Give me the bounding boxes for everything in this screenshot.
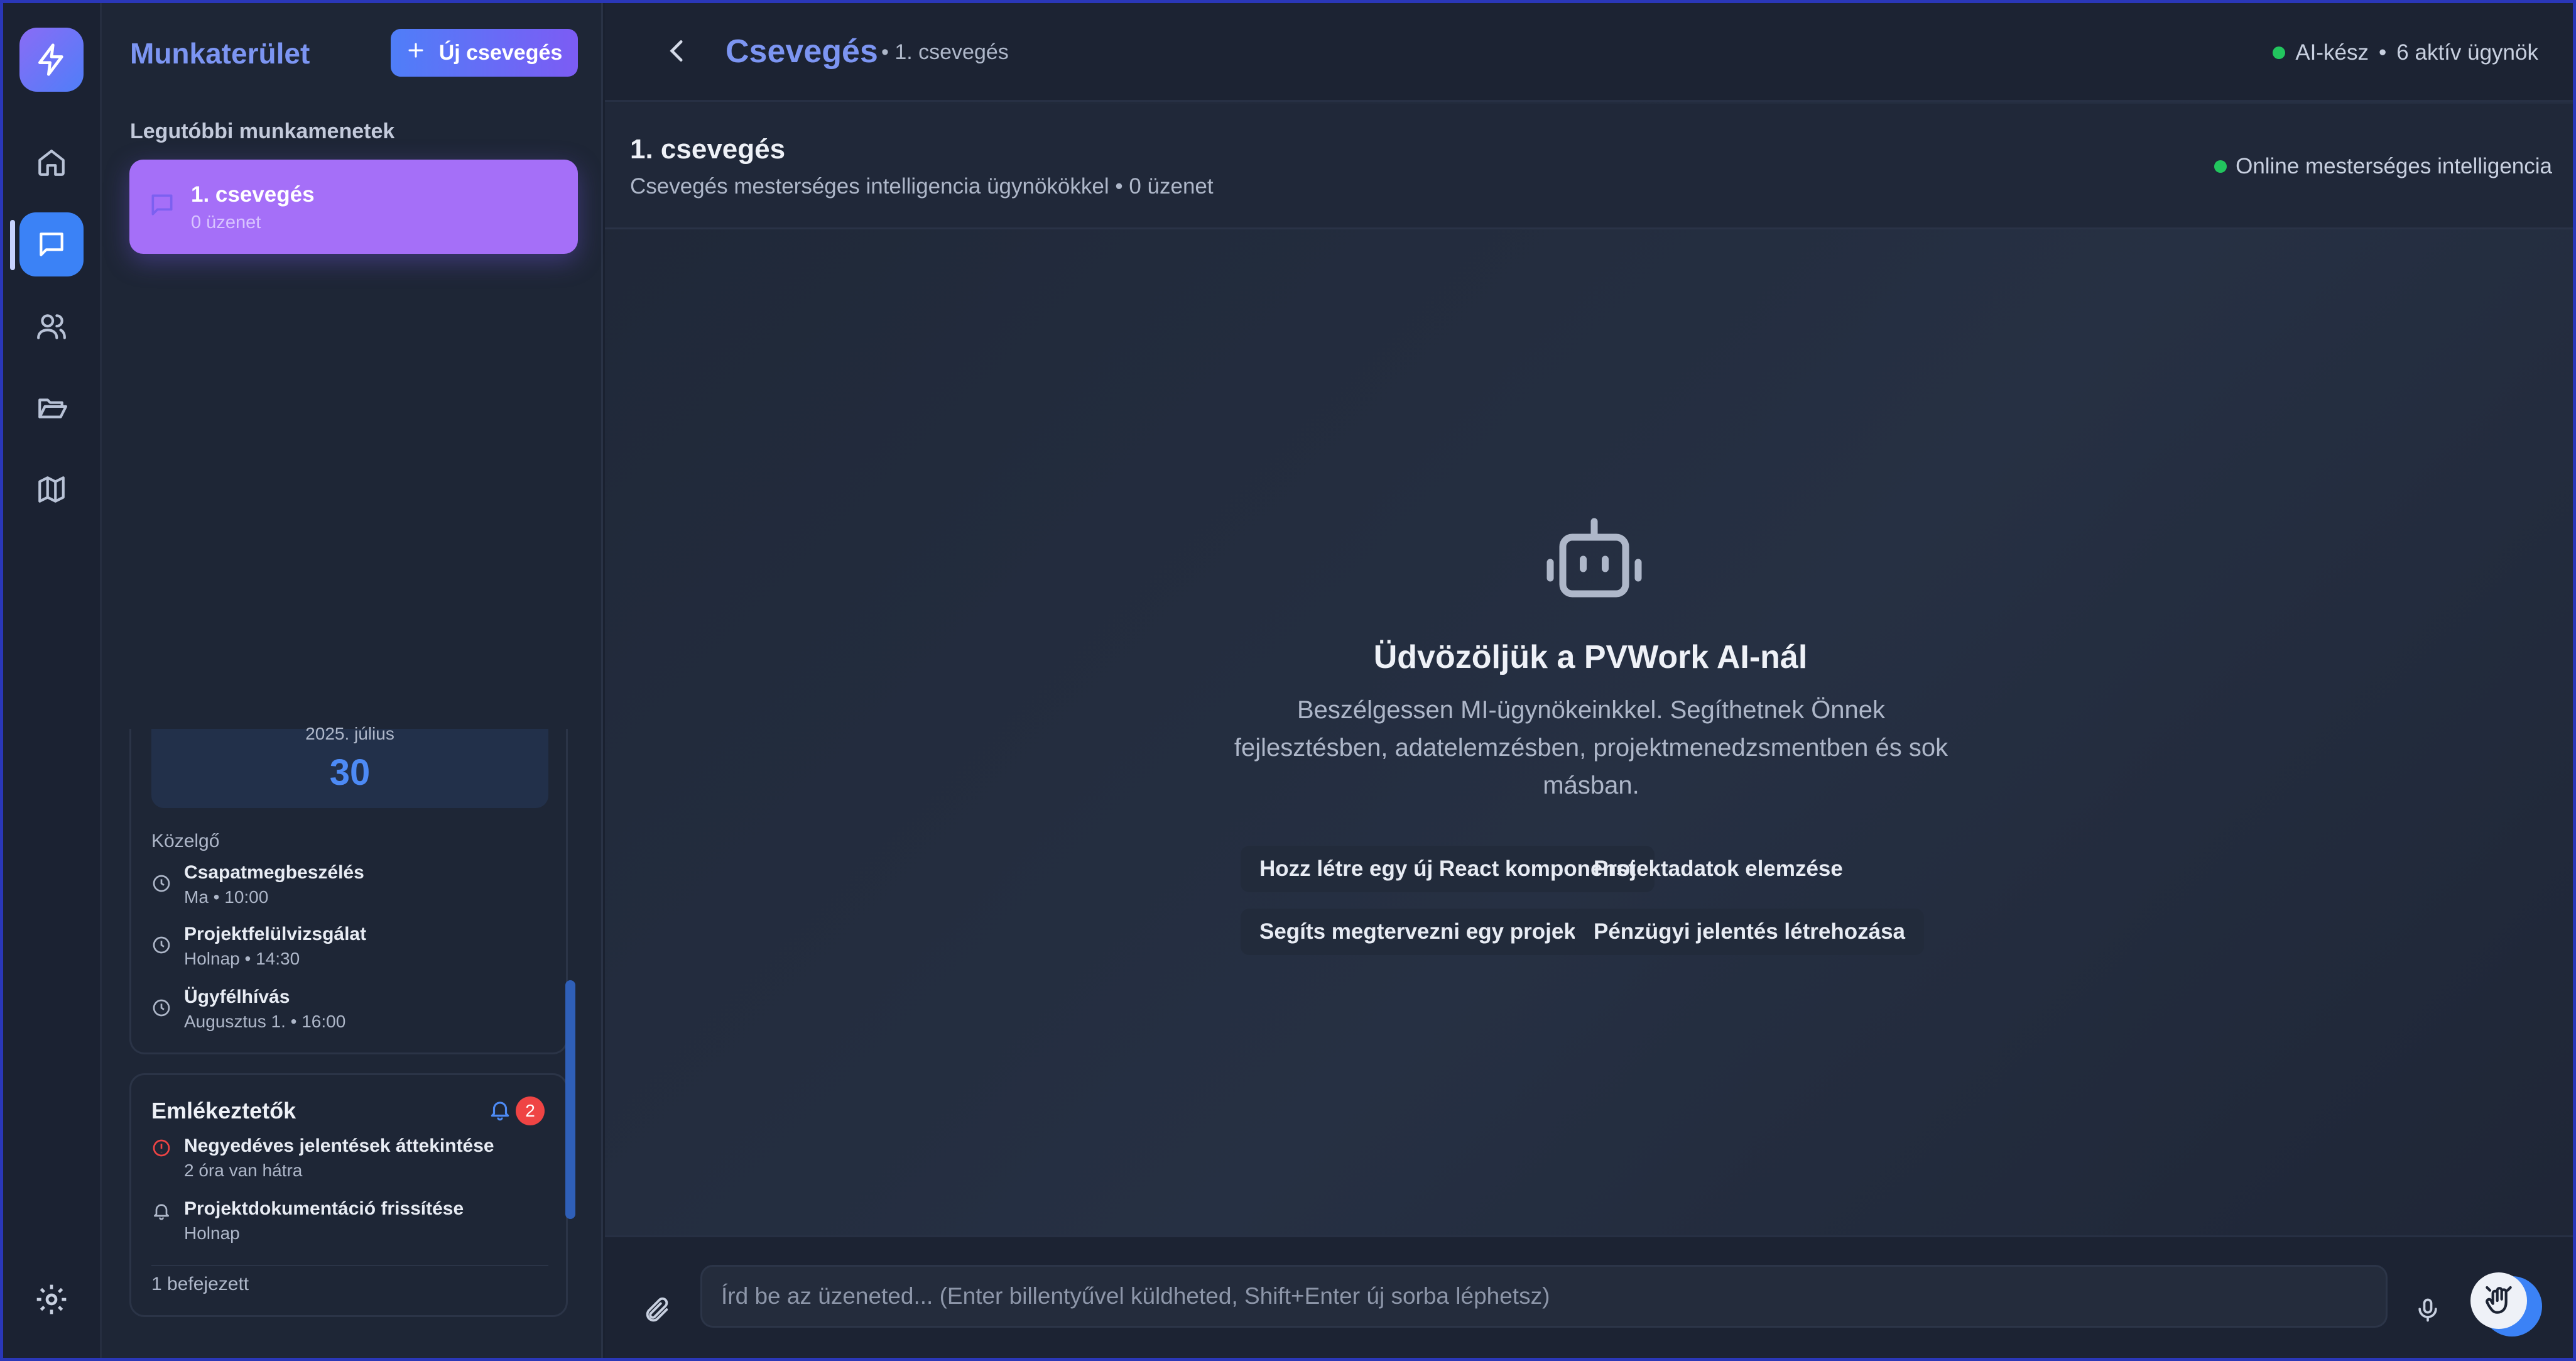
chat-icon[interactable] (19, 212, 84, 276)
message-input[interactable]: Írd be az üzeneted... (Enter billentyűve… (700, 1265, 2388, 1328)
event-item[interactable]: Projektfelülvizsgálat Holnap • 14:30 (151, 924, 541, 980)
chat-bubble-icon (148, 191, 176, 219)
online-dot-icon (2214, 160, 2227, 173)
new-chat-label: Új csevegés (438, 40, 563, 65)
reminder-due: Holnap (184, 1223, 240, 1243)
reminder-item[interactable]: Negyedéves jelentések áttekintése 2 óra … (151, 1135, 541, 1192)
page-title: Csevegés (726, 33, 878, 70)
paperclip-icon[interactable] (643, 1296, 671, 1325)
status-dot-icon (2273, 46, 2286, 59)
topbar: Csevegés • 1. csevegés AI-kész • 6 aktív… (605, 0, 2576, 102)
status-separator: • (2379, 40, 2387, 65)
calendar-month: 2025. július (305, 724, 394, 743)
chevron-left-icon[interactable] (661, 35, 693, 67)
event-time: Holnap • 14:30 (184, 949, 300, 968)
event-title: Projektfelülvizsgálat (184, 924, 367, 944)
welcome-description: Beszélgessen MI-ügynökeinkkel. Segíthetn… (1234, 696, 1948, 799)
folder-open-icon[interactable] (19, 376, 84, 440)
main-panel: Csevegés • 1. csevegés AI-kész • 6 aktív… (605, 0, 2576, 1361)
settings-gear-icon[interactable] (34, 1282, 69, 1317)
event-title: Ügyfélhívás (184, 987, 290, 1007)
active-agents-label: 6 aktív ügynök (2396, 40, 2538, 65)
suggestion-button[interactable]: Segíts megtervezni egy projektet (1241, 909, 1622, 955)
session-title: 1. csevegés (191, 182, 315, 207)
clock-icon (151, 998, 171, 1018)
icon-rail (0, 0, 102, 1361)
reminder-due: 2 óra van hátra (184, 1161, 303, 1180)
logo-bolt-icon[interactable] (19, 28, 84, 92)
reminder-title: Projektdokumentáció frissítése (184, 1198, 464, 1219)
completed-count: 1 befejezett (151, 1274, 249, 1294)
chat-header: 1. csevegés Csevegés mesterséges intelli… (605, 104, 2576, 229)
session-item[interactable]: 1. csevegés 0 üzenet (129, 160, 578, 254)
robot-icon (1541, 515, 1648, 603)
breadcrumb: • 1. csevegés (881, 40, 1009, 64)
plus-icon (406, 41, 425, 65)
reminder-item[interactable]: Projektdokumentáció frissítése Holnap (151, 1198, 541, 1255)
divider (151, 1265, 548, 1266)
calendar-date-box: 2025. július 30 (151, 724, 548, 808)
new-chat-button[interactable]: Új csevegés (391, 29, 578, 77)
clock-icon (151, 935, 171, 955)
sidebar-scrollbar[interactable] (565, 980, 575, 1219)
chat-subtitle: Csevegés mesterséges intelligencia ügynö… (630, 174, 1214, 199)
microphone-icon[interactable] (2414, 1296, 2442, 1324)
event-time: Ma • 10:00 (184, 887, 269, 907)
chat-title: 1. csevegés (630, 134, 786, 165)
event-title: Csapatmegbeszélés (184, 862, 364, 883)
suggestion-button[interactable]: Pénzügyi jelentés létrehozása (1575, 909, 1925, 955)
sidebar: Munkaterület Új csevegés Legutóbbi munka… (102, 0, 603, 1361)
bell-icon (151, 1201, 171, 1221)
reminders-card: Emlékeztetők 2 Negyedéves jelentések átt… (129, 1073, 568, 1317)
alert-circle-icon (151, 1138, 171, 1158)
reminder-title: Negyedéves jelentések áttekintése (184, 1135, 494, 1156)
home-icon[interactable] (19, 131, 84, 195)
calendar-card: 2025. július 30 Közelgő Csapatmegbeszélé… (129, 724, 568, 1054)
calendar-day: 30 (329, 752, 371, 793)
welcome-title: Üdvözöljük a PVWork AI-nál (1373, 639, 1808, 675)
event-item[interactable]: Csapatmegbeszélés Ma • 10:00 (151, 862, 541, 919)
recent-sessions-label: Legutóbbi munkamenetek (130, 119, 395, 143)
workspace-title: Munkaterület (130, 37, 310, 70)
bell-icon[interactable] (488, 1098, 512, 1122)
reminders-count-badge: 2 (516, 1096, 545, 1125)
rail-active-indicator (10, 220, 15, 270)
upcoming-label: Közelgő (151, 831, 220, 851)
assistant-helper-icon[interactable] (2470, 1272, 2527, 1329)
ai-status: AI-kész • 6 aktív ügynök (2273, 40, 2538, 65)
ai-ready-label: AI-kész (2295, 40, 2369, 65)
online-status: Online mesterséges intelligencia (2214, 154, 2552, 179)
composer: Írd be az üzeneted... (Enter billentyűve… (605, 1235, 2576, 1361)
event-item[interactable]: Ügyfélhívás Augusztus 1. • 16:00 (151, 987, 541, 1043)
map-icon[interactable] (19, 457, 84, 522)
suggestion-button[interactable]: Projektadatok elemzése (1575, 846, 1862, 892)
event-time: Augusztus 1. • 16:00 (184, 1012, 346, 1031)
users-icon[interactable] (19, 294, 84, 358)
reminders-title: Emlékeztetők (151, 1098, 296, 1123)
session-message-count: 0 üzenet (191, 212, 261, 232)
clock-icon (151, 873, 171, 894)
online-label: Online mesterséges intelligencia (2236, 154, 2552, 178)
